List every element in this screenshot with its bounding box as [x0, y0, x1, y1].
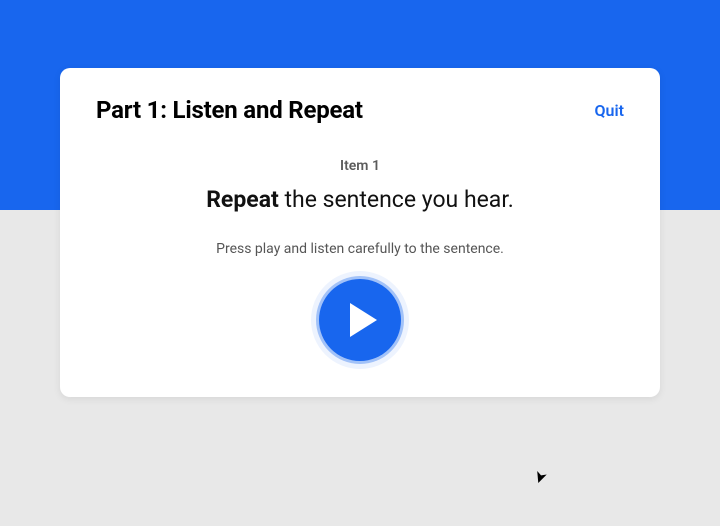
- instruction-text: Press play and listen carefully to the s…: [96, 241, 624, 257]
- play-button[interactable]: [319, 279, 401, 361]
- prompt-emphasis: Repeat: [206, 186, 279, 213]
- prompt-text: Repeat the sentence you hear.: [96, 186, 624, 213]
- mouse-cursor-icon: ➤: [529, 468, 551, 487]
- prompt-remainder: the sentence you hear.: [279, 186, 514, 213]
- part-title: Part 1: Listen and Repeat: [96, 96, 363, 124]
- exercise-card: Part 1: Listen and Repeat Quit Item 1 Re…: [60, 68, 660, 397]
- play-icon: [350, 303, 377, 337]
- quit-button[interactable]: Quit: [595, 101, 625, 120]
- card-header: Part 1: Listen and Repeat Quit: [96, 96, 624, 124]
- item-label: Item 1: [96, 158, 624, 174]
- play-button-container: [96, 279, 624, 361]
